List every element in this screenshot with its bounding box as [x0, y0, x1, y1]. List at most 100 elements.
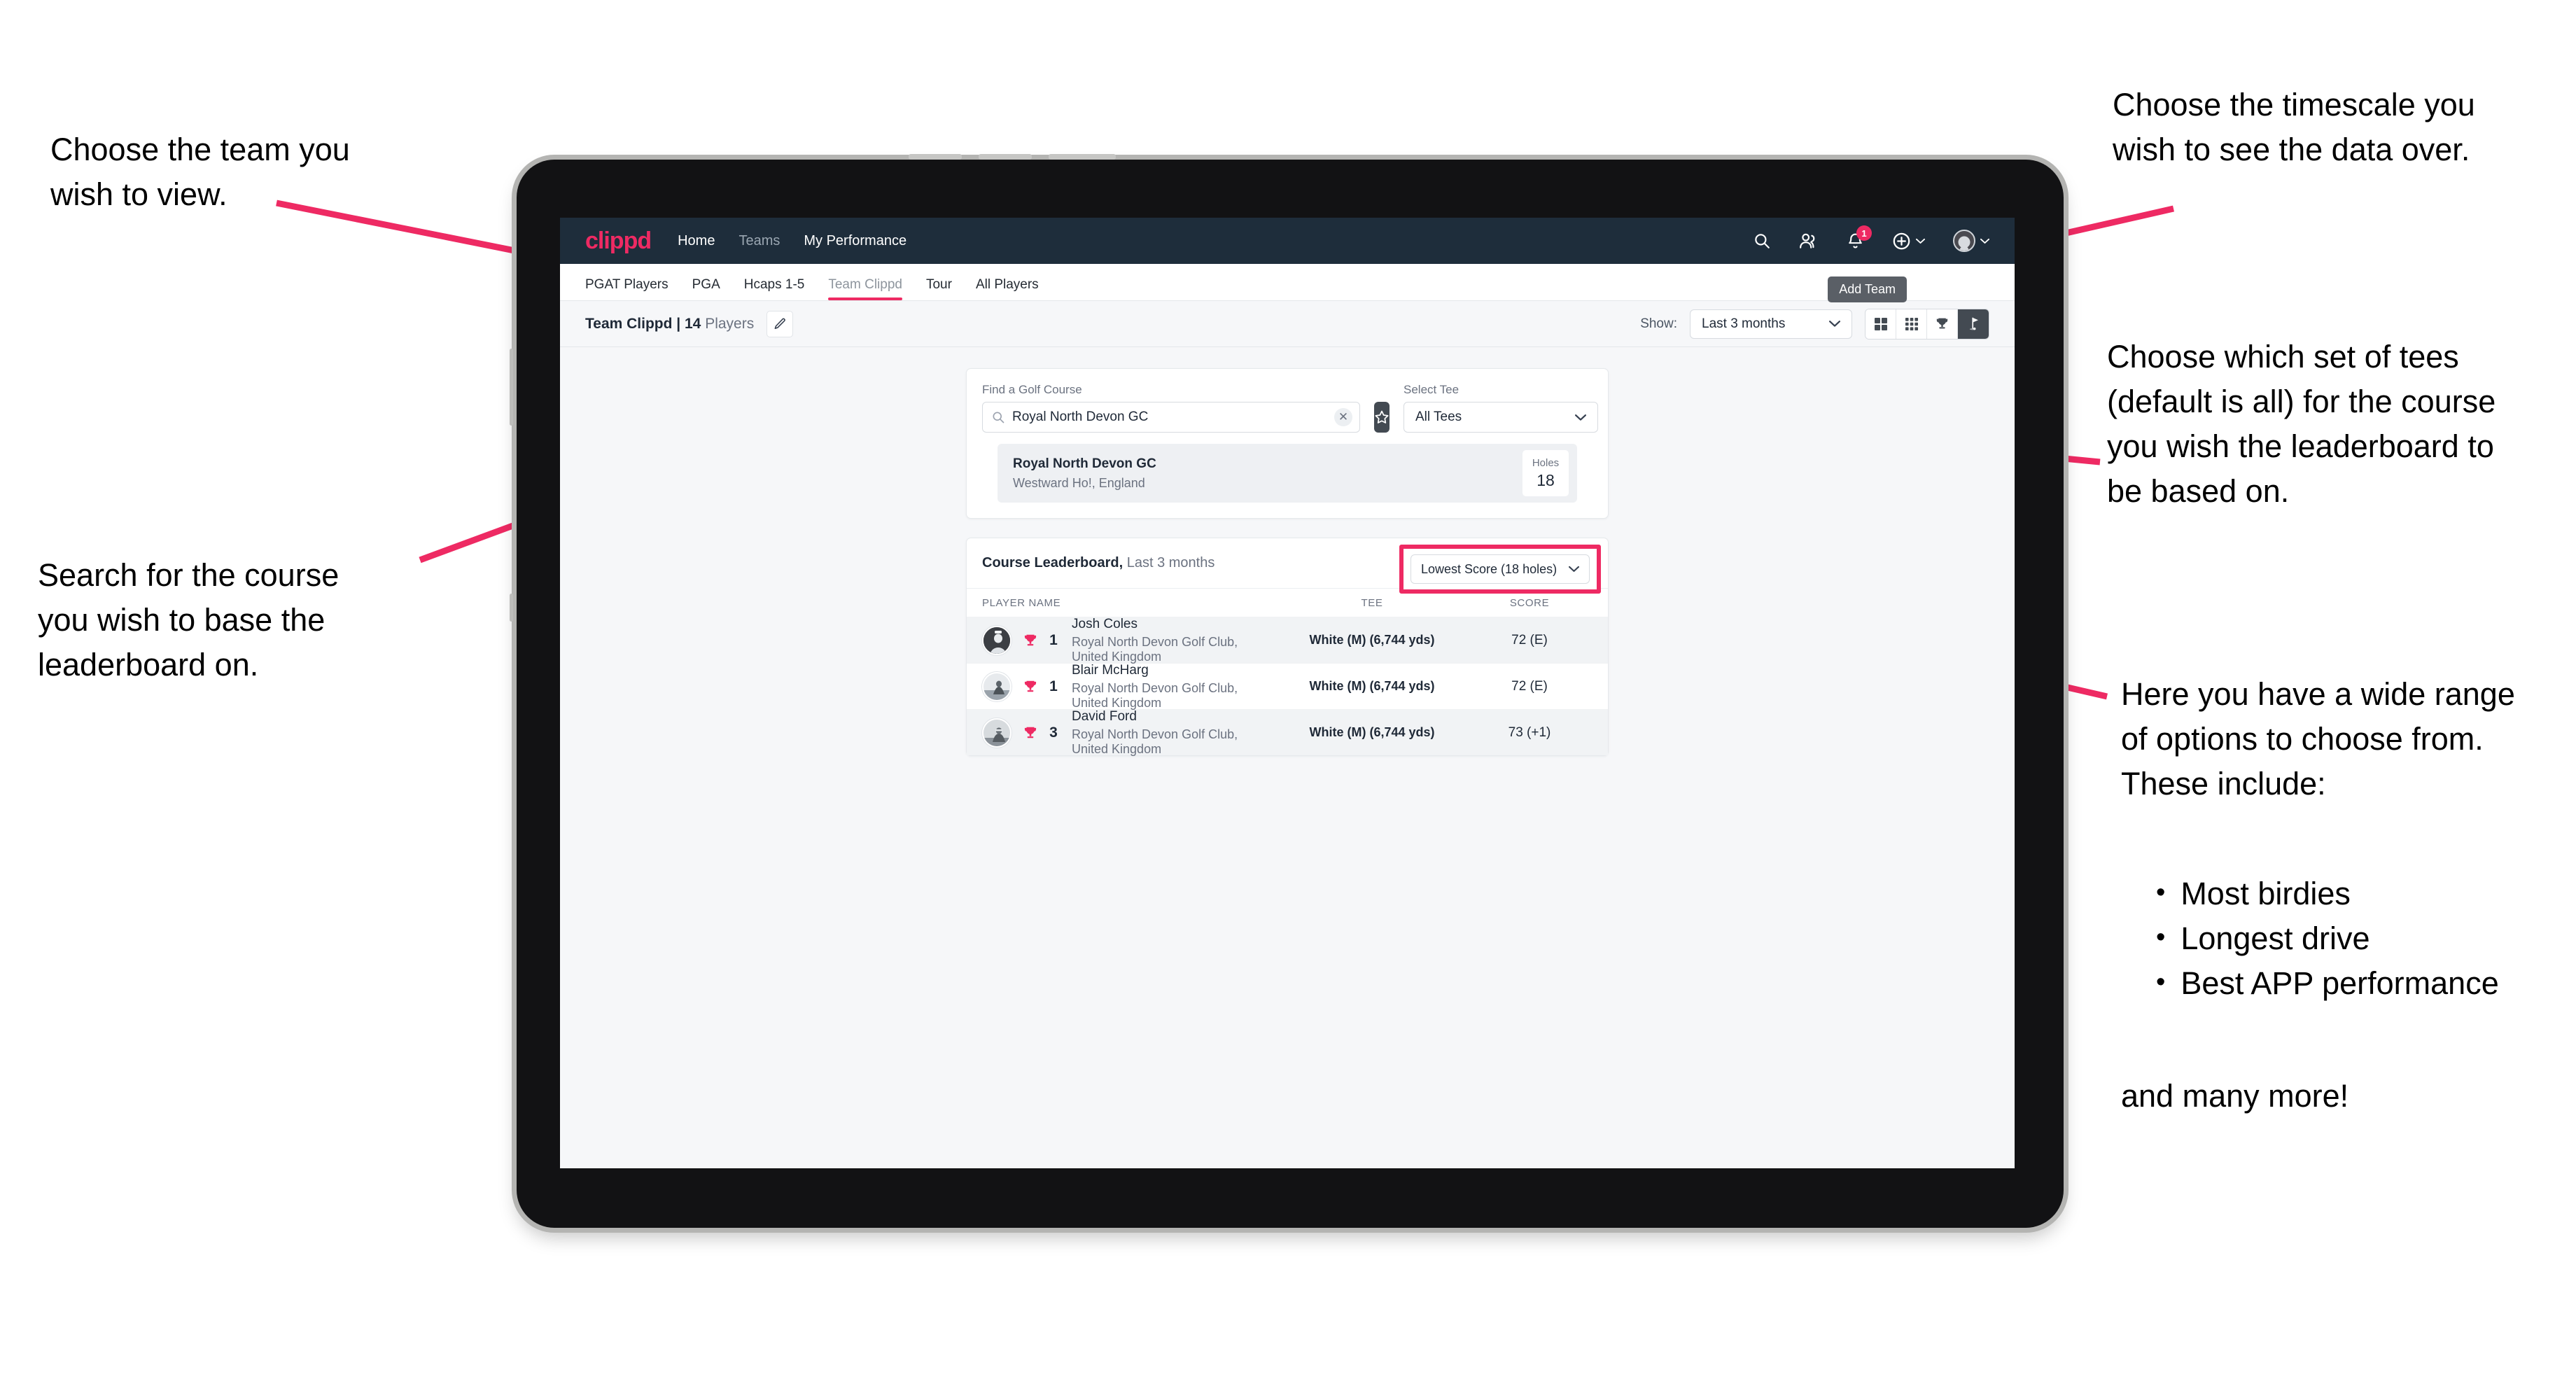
view-toggle-grid-4[interactable]	[1865, 309, 1896, 339]
search-icon	[993, 412, 1004, 424]
leaderboard-title: Course Leaderboard, Last 3 months	[982, 555, 1214, 571]
chevron-down-icon	[1829, 321, 1840, 327]
leaderboard-sort-select[interactable]: Lowest Score (18 holes)	[1410, 554, 1590, 584]
pencil-icon	[774, 318, 785, 330]
avatar-photo	[983, 626, 1010, 654]
find-course-field: Find a Golf Course Royal North Devon GC …	[982, 383, 1360, 433]
player-info: Blair McHarg Royal North Devon Golf Club…	[1072, 663, 1278, 710]
select-tee-field: Select Tee All Tees	[1404, 383, 1598, 433]
leaderboard-sort-highlight: Lowest Score (18 holes)	[1399, 545, 1601, 594]
search-icon[interactable]	[1753, 232, 1771, 250]
holes-value: 18	[1536, 470, 1555, 489]
trophy-icon	[1024, 680, 1037, 692]
player-name: David Ford	[1072, 708, 1137, 724]
nav-link-my-performance[interactable]: My Performance	[804, 233, 906, 249]
team-players-word: Players	[701, 315, 755, 332]
tee-value: White (M) (6,744 yds)	[1309, 679, 1435, 693]
score-value: 72 (E)	[1511, 678, 1548, 694]
avatar	[982, 718, 1011, 748]
golf-flag-icon	[1969, 317, 1978, 330]
show-label: Show:	[1640, 316, 1677, 331]
bullet-label: Best APP performance	[2180, 965, 2499, 1001]
find-course-label: Find a Golf Course	[982, 383, 1082, 396]
player-club: Royal North Devon Golf Club, United King…	[1072, 727, 1238, 756]
list-item: • Longest drive	[2156, 916, 2576, 961]
people-icon[interactable]	[1799, 232, 1819, 250]
tab-hcaps-1-5[interactable]: Hcaps 1-5	[744, 277, 805, 300]
leaderboard-title-main: Course Leaderboard,	[982, 555, 1124, 570]
annotation-choose-tees: Choose which set of tees (default is all…	[2107, 339, 2496, 509]
team-subheader: Team Clippd | 14 Players Show: Last 3 mo…	[560, 301, 2015, 347]
tablet-device: clippd Home Teams My Performance 1 PGAT …	[510, 154, 2064, 1228]
leaderboard-header: Course Leaderboard, Last 3 months Lowest…	[967, 538, 1608, 594]
bullet-label: Most birdies	[2180, 876, 2351, 911]
annotation-options-list: • Most birdies • Longest drive • Best APP p…	[2156, 872, 2576, 1006]
chevron-down-icon	[1980, 238, 1989, 244]
table-row[interactable]: 1 Blair McHarg Royal North Devon Golf Cl…	[967, 663, 1608, 710]
course-search-card: Find a Golf Course Royal North Devon GC …	[966, 368, 1609, 519]
list-item: • Most birdies	[2156, 872, 2576, 916]
tee-value: White (M) (6,744 yds)	[1309, 633, 1435, 647]
rank-group: 3	[1023, 724, 1060, 741]
trophy-icon	[1936, 318, 1948, 329]
column-header-tee: TEE	[1361, 596, 1383, 609]
tab-all-players[interactable]: All Players	[976, 277, 1039, 300]
table-row[interactable]: 3 David Ford Royal North Devon Golf Club…	[967, 709, 1608, 757]
player-name: Josh Coles	[1072, 616, 1138, 631]
team-player-count: 14	[685, 315, 701, 332]
team-separator: |	[672, 315, 685, 332]
tee-value: White (M) (6,744 yds)	[1309, 725, 1435, 739]
player-cell: 1 Blair McHarg Royal North Devon Golf Cl…	[982, 663, 1278, 710]
team-tabs: PGAT Players PGA Hcaps 1-5 Team Clippd T…	[585, 264, 1039, 300]
power-button	[1049, 154, 1116, 160]
rank-number: 1	[1049, 631, 1058, 648]
timescale-select[interactable]: Last 3 months	[1690, 309, 1852, 339]
table-row[interactable]: 1 Josh Coles Royal North Devon Golf Club…	[967, 617, 1608, 664]
avatar-photo	[983, 673, 1010, 700]
tab-tour[interactable]: Tour	[926, 277, 952, 300]
course-name: Royal North Devon GC	[1013, 456, 1156, 471]
course-search-row: Find a Golf Course Royal North Devon GC …	[982, 383, 1598, 433]
rank-group: 1	[1023, 678, 1060, 695]
timescale-value: Last 3 months	[1702, 316, 1786, 331]
close-icon[interactable]: ✕	[1334, 408, 1352, 426]
rank-group: 1	[1023, 632, 1060, 649]
nav-link-home[interactable]: Home	[678, 233, 715, 249]
tab-pga[interactable]: PGA	[692, 277, 720, 300]
view-toggle-golf-flag[interactable]	[1958, 309, 1989, 339]
course-result-row[interactable]: Royal North Devon GC Westward Ho!, Engla…	[997, 444, 1577, 503]
tab-team-clippd[interactable]: Team Clippd	[828, 277, 902, 300]
player-info: David Ford Royal North Devon Golf Club, …	[1072, 709, 1278, 757]
leaderboard-sort-value: Lowest Score (18 holes)	[1421, 561, 1558, 576]
clippd-logo[interactable]: clippd	[585, 227, 652, 255]
course-location: Westward Ho!, England	[1013, 475, 1145, 490]
player-info: Josh Coles Royal North Devon Golf Club, …	[1072, 617, 1278, 664]
view-toggle-trophy[interactable]	[1927, 309, 1958, 339]
plus-circle-icon[interactable]	[1892, 232, 1925, 251]
edit-team-button[interactable]	[766, 310, 794, 337]
tee-select[interactable]: All Tees	[1404, 402, 1598, 433]
player-club: Royal North Devon Golf Club, United King…	[1072, 680, 1238, 710]
add-team-tooltip: Add Team	[1828, 276, 1907, 302]
annotation-choose-timescale: Choose the timescale you wish to see the…	[2113, 87, 2475, 167]
view-toggle-grid-9[interactable]	[1896, 309, 1927, 339]
search-input[interactable]: Royal North Devon GC ✕	[982, 402, 1360, 433]
column-header-player-name: PLAYER NAME	[982, 596, 1061, 609]
bell-icon[interactable]: 1	[1847, 225, 1872, 250]
avatar	[982, 625, 1011, 655]
chevron-down-icon	[1569, 566, 1579, 572]
annotation-footer: and many more!	[2121, 1078, 2349, 1114]
nav-right-icons: 1	[1753, 225, 1989, 252]
nav-link-teams[interactable]: Teams	[738, 233, 780, 249]
team-title: Team Clippd | 14 Players	[585, 316, 754, 332]
side-port-2	[510, 594, 513, 622]
team-tabs-bar: PGAT Players PGA Hcaps 1-5 Team Clippd T…	[560, 264, 2015, 302]
player-club: Royal North Devon Golf Club, United King…	[1072, 634, 1238, 664]
poster-root: Choose the team you wish to view. Search…	[0, 0, 2576, 1386]
avatar-menu[interactable]	[1953, 230, 1989, 252]
favourite-button[interactable]	[1374, 402, 1390, 433]
course-result-info: Royal North Devon GC Westward Ho!, Engla…	[1013, 456, 1156, 491]
tab-pgat-players[interactable]: PGAT Players	[585, 277, 668, 300]
holes-label: Holes	[1532, 456, 1560, 469]
tee-select-value: All Tees	[1415, 410, 1462, 424]
